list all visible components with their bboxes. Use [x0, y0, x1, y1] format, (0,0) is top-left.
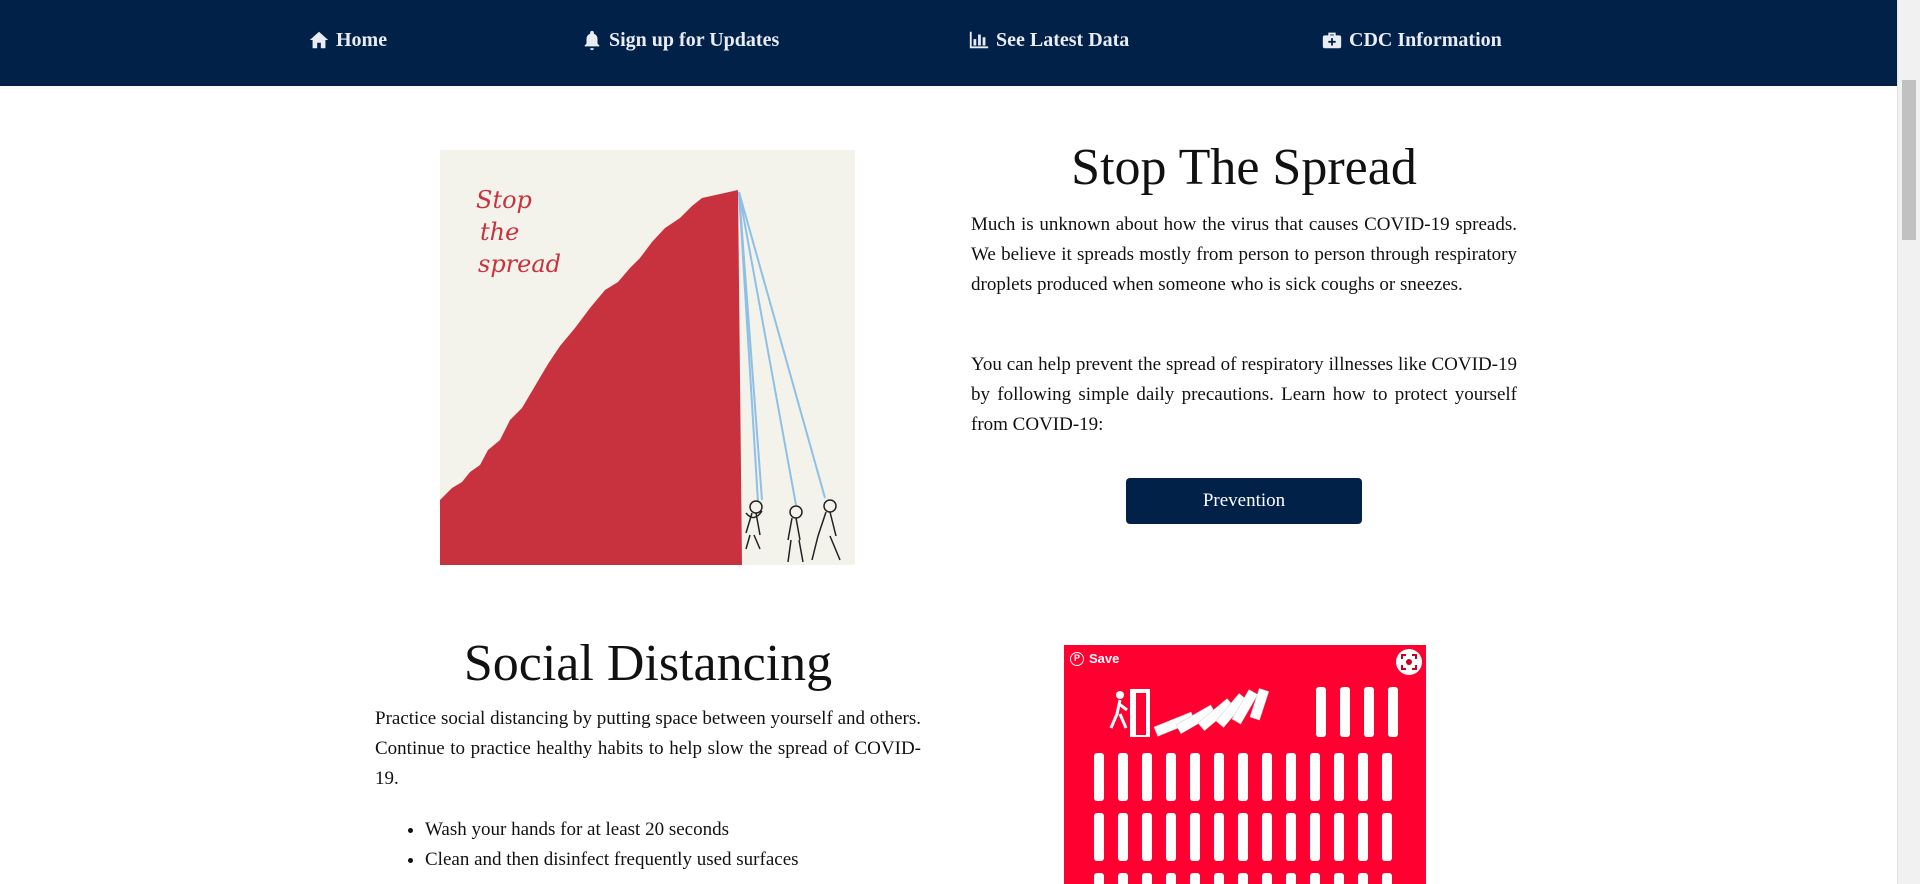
social-distancing-title: Social Distancing: [463, 635, 833, 692]
scrollbar-thumb[interactable]: [1902, 80, 1916, 240]
image-text-the: the: [480, 218, 519, 246]
bell-icon: [584, 30, 600, 51]
page-scrollbar[interactable]: [1897, 0, 1920, 884]
visual-search-icon[interactable]: [1396, 649, 1422, 675]
healthy-habits-list: Wash your hands for at least 20 seconds …: [375, 815, 799, 875]
medkit-icon: [1322, 32, 1342, 49]
spread-paragraph-1: Much is unknown about how the virus that…: [971, 214, 1517, 295]
pinterest-icon: P: [1070, 651, 1084, 666]
nav-latest-data-label: See Latest Data: [996, 28, 1130, 51]
distancing-paragraph: Practice social distancing by putting sp…: [375, 708, 921, 789]
domino-coffins-poster: P Save: [1064, 645, 1426, 884]
top-navbar: Home Sign up for Updates See Latest Data…: [0, 0, 1897, 86]
spread-paragraph-2: You can help prevent the spread of respi…: [971, 354, 1517, 435]
home-icon: [309, 31, 329, 49]
save-label: Save: [1089, 651, 1120, 666]
nav-signup-link[interactable]: Sign up for Updates: [581, 26, 779, 54]
nav-cdc-info-label: CDC Information: [1349, 28, 1502, 51]
image-text-stop: Stop: [476, 186, 532, 214]
stop-the-spread-illustration: Stop the spread: [440, 150, 855, 565]
coffins-illustration: [1094, 687, 1398, 884]
nav-home-link[interactable]: Home: [308, 26, 387, 54]
nav-home-label: Home: [336, 28, 388, 51]
prevention-button[interactable]: Prevention: [1126, 478, 1362, 524]
nav-signup-label: Sign up for Updates: [609, 28, 780, 51]
image-text-spread: spread: [478, 250, 561, 278]
list-item: Clean and then disinfect frequently used…: [425, 845, 799, 875]
list-item: Wash your hands for at least 20 seconds: [425, 815, 799, 845]
stop-the-spread-title: Stop The Spread: [1071, 139, 1417, 196]
bar-chart-icon: [969, 31, 989, 49]
nav-cdc-info-link[interactable]: CDC Information: [1321, 26, 1502, 54]
pinterest-save-button[interactable]: P Save: [1070, 651, 1119, 666]
nav-latest-data-link[interactable]: See Latest Data: [968, 26, 1129, 54]
